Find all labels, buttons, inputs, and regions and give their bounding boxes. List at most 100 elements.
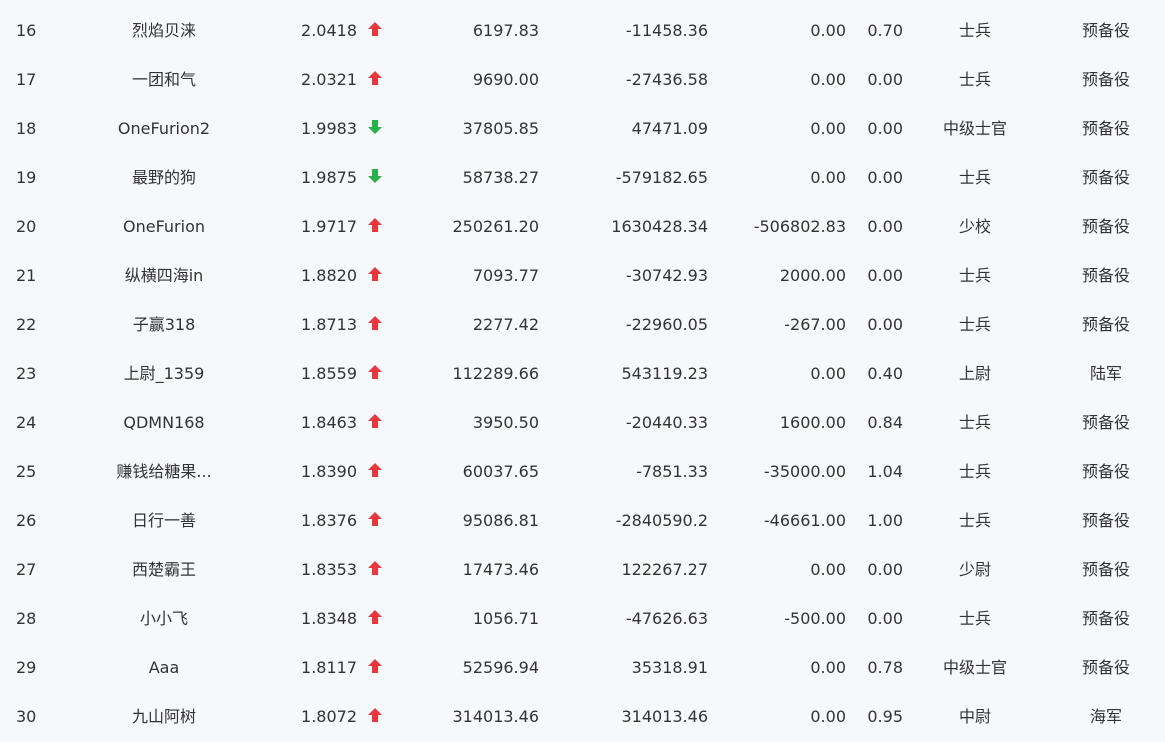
value-1-cell: 37805.85 bbox=[462, 119, 539, 138]
player-name-cell[interactable]: 子赢318 bbox=[80, 300, 248, 349]
rank-cell: 21 bbox=[16, 266, 37, 285]
value-2-cell: -30742.93 bbox=[625, 266, 708, 285]
table-row[interactable]: 18 OneFurion2 1.9983 37805.85 47471.09 0… bbox=[0, 104, 1165, 153]
value-2-cell: -7851.33 bbox=[636, 462, 708, 481]
arrow-down-icon bbox=[366, 153, 384, 202]
player-name-cell[interactable]: 上尉_1359 bbox=[80, 349, 248, 398]
value-3-cell: -500.00 bbox=[784, 609, 846, 628]
branch-cell: 预备役 bbox=[1081, 168, 1130, 187]
military-rank-cell: 少尉 bbox=[958, 560, 991, 579]
arrow-down-icon bbox=[366, 104, 384, 153]
player-name-cell[interactable]: 西楚霸王 bbox=[80, 545, 248, 594]
value-3-cell: -506802.83 bbox=[753, 217, 846, 236]
value-1-cell: 6197.83 bbox=[472, 21, 539, 40]
ratio-cell: 1.8353 bbox=[301, 560, 357, 579]
ratio-cell: 1.8348 bbox=[301, 609, 357, 628]
branch-cell: 预备役 bbox=[1081, 413, 1130, 432]
value-4-cell: 0.00 bbox=[867, 217, 903, 236]
value-1-cell: 95086.81 bbox=[462, 511, 539, 530]
military-rank-cell: 士兵 bbox=[958, 511, 991, 530]
rank-cell: 27 bbox=[16, 560, 37, 579]
player-name-cell[interactable]: 九山阿树 bbox=[80, 692, 248, 741]
rank-cell: 22 bbox=[16, 315, 37, 334]
value-4-cell: 1.04 bbox=[867, 462, 903, 481]
value-2-cell: -2840590.2 bbox=[615, 511, 708, 530]
value-2-cell: -579182.65 bbox=[615, 168, 708, 187]
ranking-table: 16 烈焰贝涞 2.0418 6197.83 -11458.36 0.00 0.… bbox=[0, 0, 1165, 742]
ratio-cell: 1.9875 bbox=[301, 168, 357, 187]
value-2-cell: 314013.46 bbox=[621, 707, 708, 726]
table-row[interactable]: 16 烈焰贝涞 2.0418 6197.83 -11458.36 0.00 0.… bbox=[0, 6, 1165, 55]
table-row[interactable]: 28 小小飞 1.8348 1056.71 -47626.63 -500.00 … bbox=[0, 594, 1165, 643]
ratio-cell: 2.0321 bbox=[301, 70, 357, 89]
military-rank-cell: 士兵 bbox=[958, 266, 991, 285]
table-row[interactable]: 24 QDMN168 1.8463 3950.50 -20440.33 1600… bbox=[0, 398, 1165, 447]
branch-cell: 预备役 bbox=[1081, 609, 1130, 628]
branch-cell: 预备役 bbox=[1081, 217, 1130, 236]
player-name-cell[interactable]: 一团和气 bbox=[80, 55, 248, 104]
value-1-cell: 314013.46 bbox=[452, 707, 539, 726]
table-row[interactable]: 30 九山阿树 1.8072 314013.46 314013.46 0.00 … bbox=[0, 692, 1165, 741]
military-rank-cell: 中级士官 bbox=[942, 658, 1007, 677]
arrow-up-icon bbox=[366, 447, 384, 496]
arrow-up-icon bbox=[366, 349, 384, 398]
table-row[interactable]: 17 一团和气 2.0321 9690.00 -27436.58 0.00 0.… bbox=[0, 55, 1165, 104]
table-row[interactable]: 25 赚钱给糖果... 1.8390 60037.65 -7851.33 -35… bbox=[0, 447, 1165, 496]
military-rank-cell: 士兵 bbox=[958, 462, 991, 481]
table-row[interactable]: 29 Aaa 1.8117 52596.94 35318.91 0.00 0.7… bbox=[0, 643, 1165, 692]
branch-cell: 陆军 bbox=[1089, 364, 1122, 383]
value-3-cell: -46661.00 bbox=[763, 511, 846, 530]
player-name-cell[interactable]: OneFurion bbox=[80, 202, 248, 251]
value-4-cell: 0.00 bbox=[867, 266, 903, 285]
table-row[interactable]: 20 OneFurion 1.9717 250261.20 1630428.34… bbox=[0, 202, 1165, 251]
rank-cell: 29 bbox=[16, 658, 37, 677]
value-4-cell: 0.00 bbox=[867, 560, 903, 579]
player-name-cell[interactable]: QDMN168 bbox=[80, 398, 248, 447]
military-rank-cell: 少校 bbox=[958, 217, 991, 236]
rank-cell: 24 bbox=[16, 413, 37, 432]
value-2-cell: -22960.05 bbox=[625, 315, 708, 334]
rank-cell: 25 bbox=[16, 462, 37, 481]
value-2-cell: -11458.36 bbox=[625, 21, 708, 40]
player-name-cell[interactable]: 赚钱给糖果... bbox=[80, 447, 248, 496]
value-2-cell: 35318.91 bbox=[631, 658, 708, 677]
player-name-cell[interactable]: OneFurion2 bbox=[80, 104, 248, 153]
arrow-up-icon bbox=[366, 692, 384, 741]
table-row[interactable]: 22 子赢318 1.8713 2277.42 -22960.05 -267.0… bbox=[0, 300, 1165, 349]
arrow-up-icon bbox=[366, 6, 384, 55]
value-4-cell: 0.00 bbox=[867, 119, 903, 138]
branch-cell: 预备役 bbox=[1081, 315, 1130, 334]
table-row[interactable]: 21 纵横四海in 1.8820 7093.77 -30742.93 2000.… bbox=[0, 251, 1165, 300]
player-name-cell[interactable]: 小小飞 bbox=[80, 594, 248, 643]
player-name-cell[interactable]: 纵横四海in bbox=[80, 251, 248, 300]
table-row[interactable]: 26 日行一善 1.8376 95086.81 -2840590.2 -4666… bbox=[0, 496, 1165, 545]
table-row[interactable]: 27 西楚霸王 1.8353 17473.46 122267.27 0.00 0… bbox=[0, 545, 1165, 594]
ratio-cell: 1.8713 bbox=[301, 315, 357, 334]
value-2-cell: 122267.27 bbox=[621, 560, 708, 579]
value-3-cell: 0.00 bbox=[810, 658, 846, 677]
arrow-up-icon bbox=[366, 643, 384, 692]
branch-cell: 预备役 bbox=[1081, 658, 1130, 677]
rank-cell: 28 bbox=[16, 609, 37, 628]
table-row[interactable]: 23 上尉_1359 1.8559 112289.66 543119.23 0.… bbox=[0, 349, 1165, 398]
ratio-cell: 1.8390 bbox=[301, 462, 357, 481]
value-1-cell: 112289.66 bbox=[452, 364, 539, 383]
value-4-cell: 0.78 bbox=[867, 658, 903, 677]
player-name-cell[interactable]: 烈焰贝涞 bbox=[80, 6, 248, 55]
arrow-up-icon bbox=[366, 545, 384, 594]
value-1-cell: 3950.50 bbox=[472, 413, 539, 432]
value-2-cell: -20440.33 bbox=[625, 413, 708, 432]
player-name-cell[interactable]: 日行一善 bbox=[80, 496, 248, 545]
value-1-cell: 17473.46 bbox=[462, 560, 539, 579]
rank-cell: 19 bbox=[16, 168, 37, 187]
value-1-cell: 7093.77 bbox=[472, 266, 539, 285]
player-name-cell[interactable]: 最野的狗 bbox=[80, 153, 248, 202]
player-name-cell[interactable]: Aaa bbox=[80, 643, 248, 692]
value-4-cell: 0.00 bbox=[867, 168, 903, 187]
table-row[interactable]: 19 最野的狗 1.9875 58738.27 -579182.65 0.00 … bbox=[0, 153, 1165, 202]
ratio-cell: 1.8376 bbox=[301, 511, 357, 530]
rank-cell: 16 bbox=[16, 21, 37, 40]
value-4-cell: 0.00 bbox=[867, 609, 903, 628]
value-2-cell: 543119.23 bbox=[621, 364, 708, 383]
value-3-cell: 0.00 bbox=[810, 560, 846, 579]
